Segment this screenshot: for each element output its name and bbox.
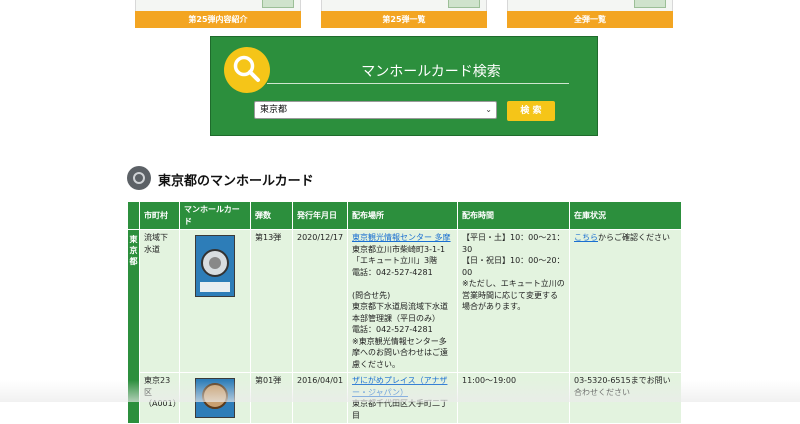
nav-thumbnail bbox=[135, 0, 301, 11]
divider bbox=[267, 83, 569, 84]
nav-thumbnail bbox=[507, 0, 673, 11]
nav-button-25-list[interactable]: 第25弾一覧 bbox=[321, 0, 487, 28]
prefecture-select-value: 東京都 bbox=[260, 105, 288, 115]
time-line: ※ただし、エキュート立川の営業時間に応じて変更する場合があります。 bbox=[462, 279, 565, 311]
header-stock: 在庫状況 bbox=[569, 201, 682, 230]
time-cell: 【平日・土】10：00～21：30 【日・祝日】10：00～20：00 ※ただし… bbox=[457, 229, 570, 373]
time-line: 【日・祝日】10：00～20：00 bbox=[462, 256, 565, 277]
stock-text: 03-5320-6515までお問い合わせください bbox=[574, 376, 671, 397]
city-cell: 東京23区（A001） bbox=[139, 372, 181, 424]
place-cell: ザにがめプレイス（アナザー・ジャパン） 東京都千代田区大手町二丁目 bbox=[347, 372, 458, 424]
header-place: 配布場所 bbox=[347, 201, 458, 230]
header-date: 発行年月日 bbox=[292, 201, 348, 230]
time-line: 11:00～19:00 bbox=[462, 376, 517, 385]
place-line: (問合せ先) bbox=[352, 290, 391, 300]
prefecture-select[interactable]: 東京都 ⌄ bbox=[254, 101, 497, 119]
place-cell: 東京観光情報センター 多摩 東京都立川市柴崎町3-1-1 「エキュート立川」3階… bbox=[347, 229, 458, 373]
place-line: ※東京観光情報センター多摩へのお問い合わせはご遠慮ください。 bbox=[352, 336, 448, 369]
prefecture-label: 東京都 bbox=[129, 235, 138, 266]
place-line: 東京都千代田区大手町二丁目 bbox=[352, 399, 448, 420]
stock-cell: こちらからご確認ください bbox=[569, 229, 682, 373]
place-line: 東京都立川市柴崎町3-1-1 bbox=[352, 244, 446, 254]
time-cell: 11:00～19:00 bbox=[457, 372, 570, 424]
date-cell: 2016/04/01 bbox=[292, 372, 348, 424]
table-row: 東京23区（A001） 第01弾 2016/04/01 ザにがめプレイス（アナザ… bbox=[128, 372, 682, 424]
place-line: 電話：042-527-4281 bbox=[352, 267, 433, 277]
date-cell: 2020/12/17 bbox=[292, 229, 348, 373]
search-icon bbox=[233, 55, 260, 82]
section-title: 東京都のマンホールカード bbox=[158, 174, 314, 189]
issue-cell: 第01弾 bbox=[250, 372, 293, 424]
place-link[interactable]: ザにがめプレイス（アナザー・ジャパン） bbox=[352, 376, 447, 397]
top-nav: 第25弾内容紹介 第25弾一覧 全弾一覧 bbox=[0, 0, 800, 30]
search-button[interactable]: 検 索 bbox=[507, 101, 555, 121]
header-issue: 弾数 bbox=[250, 201, 293, 230]
city-cell: 流域下水道 bbox=[139, 229, 180, 373]
card-caption-band bbox=[200, 282, 230, 292]
nav-button-label: 第25弾内容紹介 bbox=[135, 11, 301, 28]
header-card: マンホールカード bbox=[179, 201, 251, 230]
manhole-cover-picture bbox=[201, 249, 229, 277]
place-line: 電話：042-527-4281 bbox=[352, 325, 433, 334]
stock-text: からご確認ください bbox=[598, 233, 670, 242]
nav-thumbnail bbox=[321, 0, 487, 11]
card-image-cell bbox=[179, 372, 251, 424]
nav-button-label: 第25弾一覧 bbox=[321, 11, 487, 28]
table-row: 東京都 流域下水道 第13弾 2020/12/17 東京観光情報センター 多摩 … bbox=[127, 229, 682, 424]
card-image-cell bbox=[179, 229, 251, 373]
manhole-card-table: 市町村 マンホールカード 弾数 発行年月日 配布場所 配布時間 在庫状況 東京都… bbox=[127, 201, 682, 424]
manhole-card-image[interactable] bbox=[195, 378, 235, 418]
place-line: 東京都下水道局流域下水道本部管理課（平日のみ） bbox=[352, 302, 448, 323]
manhole-card-image[interactable] bbox=[195, 235, 235, 297]
header-city: 市町村 bbox=[139, 201, 180, 230]
place-line: 「エキュート立川」3階 bbox=[352, 256, 438, 265]
search-title: マンホールカード検索 bbox=[361, 64, 501, 80]
nav-button-all-list[interactable]: 全弾一覧 bbox=[507, 0, 673, 28]
nav-button-25-intro[interactable]: 第25弾内容紹介 bbox=[135, 0, 301, 28]
issue-cell: 第13弾 bbox=[250, 229, 293, 373]
manhole-icon bbox=[127, 166, 151, 190]
header-prefecture bbox=[127, 201, 140, 230]
search-icon-badge bbox=[224, 47, 270, 93]
prefecture-cell: 東京都 bbox=[127, 229, 140, 424]
manhole-cover-picture bbox=[202, 383, 228, 409]
time-line: 【平日・土】10：00～21：30 bbox=[462, 233, 565, 254]
stock-link[interactable]: こちら bbox=[574, 233, 598, 242]
stock-cell: 03-5320-6515までお問い合わせください bbox=[569, 372, 682, 424]
manhole-card-search-panel: マンホールカード検索 東京都 ⌄ 検 索 bbox=[210, 36, 598, 136]
place-link[interactable]: 東京観光情報センター 多摩 bbox=[352, 233, 451, 242]
chevron-down-icon: ⌄ bbox=[485, 105, 492, 114]
table-header-row: 市町村 マンホールカード 弾数 発行年月日 配布場所 配布時間 在庫状況 bbox=[127, 201, 682, 230]
header-time: 配布時間 bbox=[457, 201, 570, 230]
nav-button-label: 全弾一覧 bbox=[507, 11, 673, 28]
